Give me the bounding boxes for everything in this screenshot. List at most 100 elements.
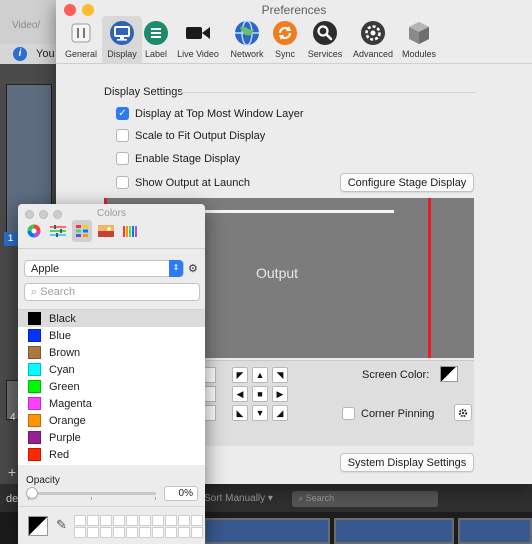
- favorite-swatch[interactable]: [165, 527, 177, 538]
- nudge-right-button[interactable]: ▶: [272, 386, 288, 402]
- color-search-input[interactable]: ⌕ Search: [24, 283, 200, 301]
- tab-network[interactable]: Network: [226, 16, 268, 64]
- opacity-slider-track[interactable]: [28, 492, 156, 495]
- color-list-item[interactable]: Cyan: [18, 361, 205, 378]
- color-list-item[interactable]: Purple: [18, 429, 205, 446]
- favorite-swatch[interactable]: [139, 515, 151, 526]
- image-palettes-tab[interactable]: [96, 220, 116, 242]
- color-list-item[interactable]: Red: [18, 446, 205, 463]
- favorite-swatch[interactable]: [87, 527, 99, 538]
- color-list-item[interactable]: Magenta: [18, 395, 205, 412]
- opacity-slider-knob[interactable]: [26, 487, 38, 499]
- color-list-item[interactable]: Brown: [18, 344, 205, 361]
- color-sliders-tab[interactable]: [48, 220, 68, 242]
- nudge-center-button[interactable]: ■: [252, 386, 268, 402]
- opacity-value-field[interactable]: 0%: [164, 486, 198, 501]
- screen-color-swatch[interactable]: [440, 366, 458, 382]
- background-add-button[interactable]: +: [8, 464, 16, 480]
- corner-pinning-checkbox[interactable]: [342, 407, 355, 420]
- option-top-most-layer-checkbox[interactable]: ✓: [116, 107, 129, 120]
- favorite-swatch[interactable]: [100, 527, 112, 538]
- background-sort-menu[interactable]: Sort Manually ▾: [204, 493, 273, 504]
- favorite-swatch[interactable]: [113, 527, 125, 538]
- background-strip-thumbnail[interactable]: [334, 518, 454, 544]
- favorite-swatch[interactable]: [191, 527, 203, 538]
- favorite-swatch[interactable]: [74, 527, 86, 538]
- favorite-swatch[interactable]: [152, 527, 164, 538]
- nudge-up-left-button[interactable]: ◤: [232, 367, 248, 383]
- output-label: Output: [256, 265, 299, 281]
- nudge-down-left-button[interactable]: ◣: [232, 405, 248, 421]
- option-scale-to-fit-checkbox[interactable]: [116, 129, 129, 142]
- option-scale-to-fit[interactable]: Scale to Fit Output Display: [116, 129, 265, 142]
- color-swatch: [28, 431, 41, 444]
- tab-advanced[interactable]: Advanced: [348, 16, 398, 64]
- favorite-swatch[interactable]: [139, 527, 151, 538]
- nudge-up-button[interactable]: ▲: [252, 367, 268, 383]
- background-slide-number: 1: [8, 233, 14, 243]
- opacity-label: Opacity: [26, 475, 60, 486]
- favorite-swatch[interactable]: [126, 527, 138, 538]
- tab-live-video[interactable]: Live Video: [172, 16, 224, 64]
- tab-sync[interactable]: Sync: [270, 16, 300, 64]
- color-wheel-tab[interactable]: [24, 220, 44, 242]
- nudge-up-right-button[interactable]: ◥: [272, 367, 288, 383]
- option-enable-stage-display[interactable]: Enable Stage Display: [116, 152, 240, 165]
- colors-tabs-divider: [18, 248, 205, 249]
- color-list-item[interactable]: Green: [18, 378, 205, 395]
- tab-services[interactable]: Services: [302, 16, 348, 64]
- eyedropper-icon[interactable]: ✎: [56, 517, 67, 533]
- color-palettes-tab[interactable]: [72, 220, 92, 242]
- option-show-output-at-launch-checkbox[interactable]: [116, 176, 129, 189]
- favorite-swatch[interactable]: [113, 515, 125, 526]
- search-icon: ⌕: [31, 286, 38, 298]
- colors-panel: Colors Apple ⇕ ⚙ ⌕ Search Black Blue Bro…: [18, 204, 205, 544]
- background-search-input[interactable]: ⌕ Search: [292, 491, 438, 507]
- nudge-down-button[interactable]: ▼: [252, 405, 268, 421]
- nudge-down-right-button[interactable]: ◢: [272, 405, 288, 421]
- background-sort-label: Sort Manually: [204, 493, 266, 504]
- option-top-most-layer[interactable]: ✓ Display at Top Most Window Layer: [116, 107, 304, 120]
- favorite-swatch[interactable]: [178, 527, 190, 538]
- display-settings-title: Display Settings: [104, 86, 183, 98]
- background-bottom-label: de: [6, 493, 19, 505]
- search-icon: ⌕: [298, 493, 304, 503]
- palette-options-gear-icon[interactable]: ⚙: [188, 262, 198, 275]
- favorite-swatch[interactable]: [100, 515, 112, 526]
- favorite-swatch[interactable]: [165, 515, 177, 526]
- background-strip-thumbnail[interactable]: [204, 518, 330, 544]
- color-name: Black: [49, 312, 76, 325]
- color-list-item[interactable]: Orange: [18, 412, 205, 429]
- option-enable-stage-display-checkbox[interactable]: [116, 152, 129, 165]
- background-strip-thumbnail[interactable]: [458, 518, 532, 544]
- info-icon[interactable]: i: [13, 47, 27, 61]
- pencils-tab[interactable]: [120, 220, 140, 242]
- corner-pinning-label: Corner Pinning: [361, 407, 435, 420]
- modules-icon: [404, 18, 434, 48]
- background-info-text: You: [36, 48, 55, 60]
- current-color-swatch[interactable]: [28, 516, 48, 536]
- favorite-swatch[interactable]: [87, 515, 99, 526]
- configure-stage-display-button[interactable]: Configure Stage Display: [340, 173, 474, 192]
- tab-label[interactable]: Label: [142, 16, 170, 64]
- color-list-item[interactable]: Black: [18, 310, 205, 327]
- palette-select[interactable]: Apple ⇕: [24, 260, 184, 277]
- corner-pinning-settings-button[interactable]: [454, 404, 472, 421]
- option-show-output-at-launch-label: Show Output at Launch: [135, 176, 250, 189]
- favorite-swatch[interactable]: [178, 515, 190, 526]
- option-show-output-at-launch[interactable]: Show Output at Launch: [116, 176, 250, 189]
- corner-pinning-option[interactable]: Corner Pinning: [342, 407, 434, 420]
- chevron-up-down-icon: ⇕: [169, 260, 183, 277]
- tab-general[interactable]: General: [60, 16, 102, 64]
- tab-display[interactable]: Display: [102, 16, 142, 64]
- nudge-left-button[interactable]: ◀: [232, 386, 248, 402]
- system-display-settings-button[interactable]: System Display Settings: [340, 453, 474, 472]
- favorite-swatch[interactable]: [191, 515, 203, 526]
- favorite-swatch[interactable]: [126, 515, 138, 526]
- tab-modules[interactable]: Modules: [398, 16, 440, 64]
- background-slide-number-2: 4: [10, 412, 16, 423]
- color-swatch: [28, 448, 41, 461]
- color-list-item[interactable]: Blue: [18, 327, 205, 344]
- favorite-swatch[interactable]: [152, 515, 164, 526]
- favorite-swatch[interactable]: [74, 515, 86, 526]
